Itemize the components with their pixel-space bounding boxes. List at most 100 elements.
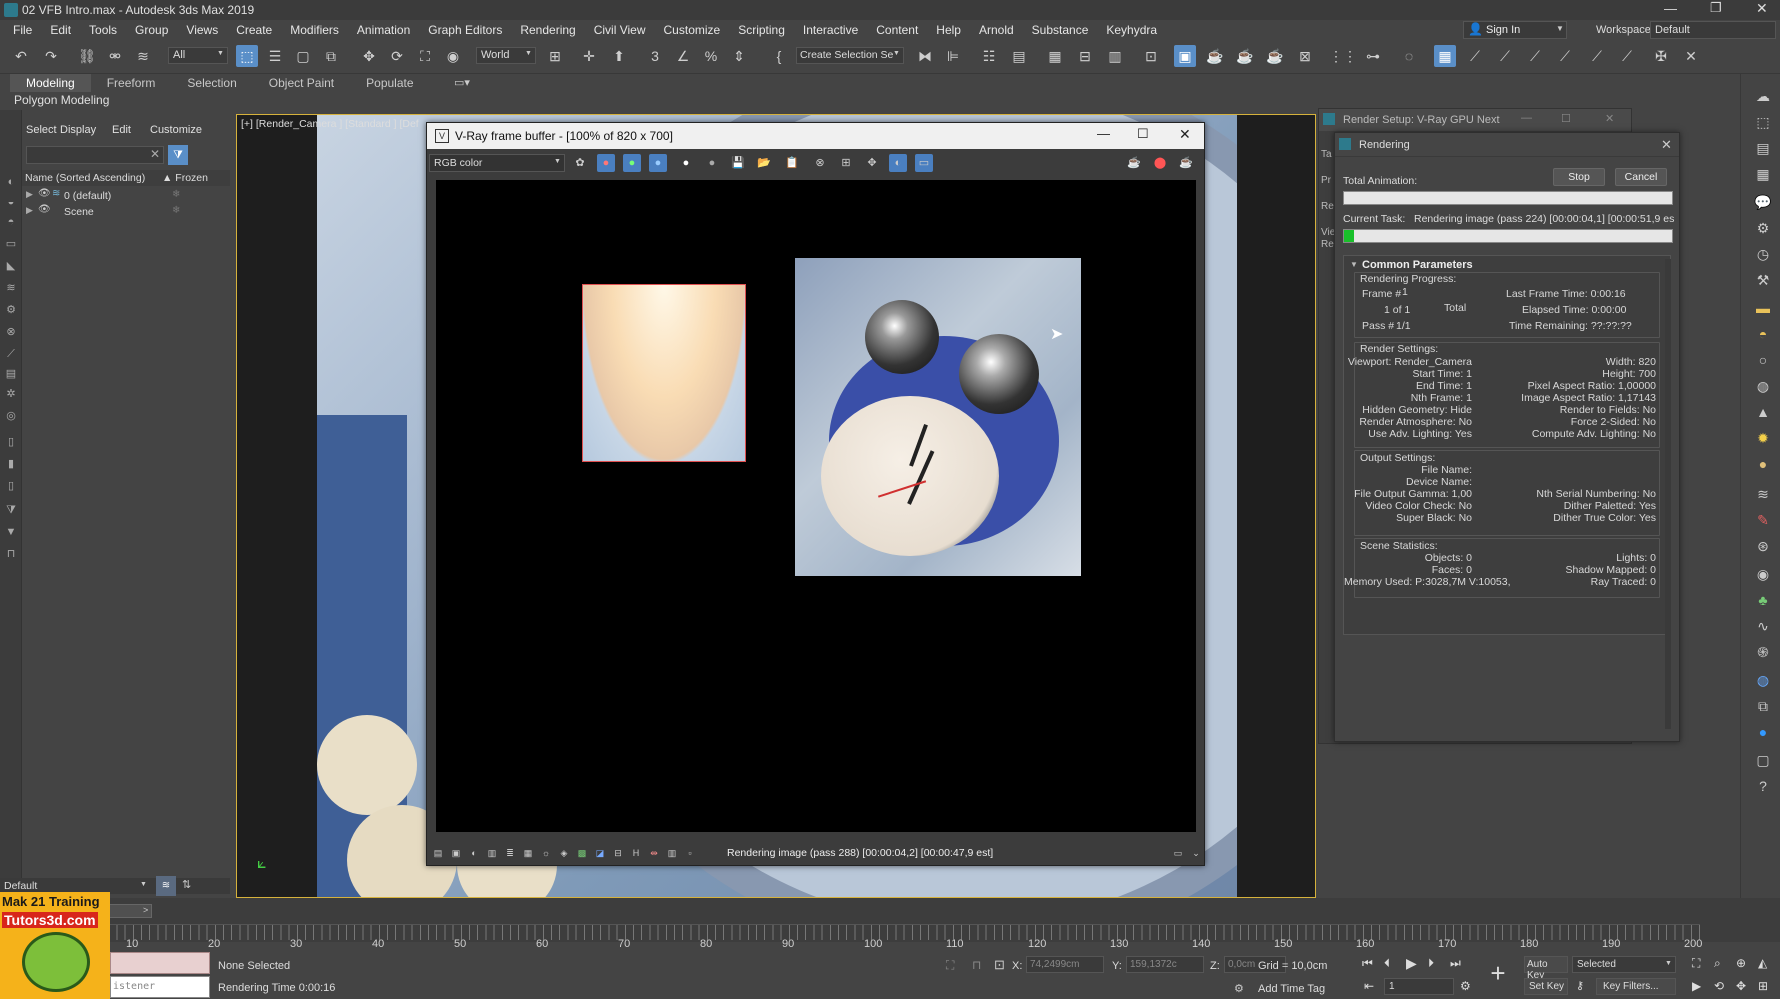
link-to-vfb-icon[interactable]: ▭ bbox=[915, 154, 933, 172]
grid-sphere-icon[interactable]: ⊛ bbox=[1753, 536, 1773, 556]
render-in-cloud-icon[interactable]: ⊠ bbox=[1294, 45, 1316, 67]
next-frame-icon[interactable]: ⏵ bbox=[1428, 956, 1434, 971]
ribbon-tab-populate[interactable]: Populate bbox=[350, 74, 429, 92]
hair-icon[interactable]: ∿ bbox=[1753, 616, 1773, 636]
expand-icon[interactable]: ▶ bbox=[26, 205, 33, 216]
vfb-canvas[interactable]: ➤ bbox=[436, 180, 1196, 832]
redo-icon[interactable]: ↷ bbox=[40, 45, 62, 67]
render-last-icon[interactable]: ☕ bbox=[1125, 154, 1143, 172]
placement-icon[interactable]: ◉ bbox=[442, 45, 464, 67]
keyboard-shortcut-icon[interactable]: ⬆ bbox=[608, 45, 630, 67]
dome-icon[interactable]: ◓ bbox=[1753, 324, 1773, 344]
ocio-icon[interactable]: ◈ bbox=[555, 844, 573, 862]
exposure-icon[interactable]: ◐ bbox=[465, 844, 483, 862]
display-groups-icon[interactable]: ▤ bbox=[3, 366, 19, 382]
menu-civil-view[interactable]: Civil View bbox=[585, 20, 655, 40]
maximize-viewport-icon[interactable]: ⊞ bbox=[1758, 979, 1768, 993]
vray-sphere-icon[interactable]: ✕ bbox=[1680, 45, 1702, 67]
current-layer[interactable]: Default bbox=[4, 880, 37, 892]
chevron-right-icon[interactable]: > bbox=[143, 905, 148, 915]
fur-icon[interactable]: ≋ bbox=[1753, 484, 1773, 504]
earth-icon[interactable]: ◍ bbox=[1753, 670, 1773, 690]
menu-edit[interactable]: Edit bbox=[41, 20, 80, 40]
ball-icon[interactable]: ● bbox=[1753, 454, 1773, 474]
curves-icon[interactable]: ≣ bbox=[501, 844, 519, 862]
minimize-icon[interactable]: — bbox=[1664, 1, 1677, 16]
stop-button[interactable]: Stop bbox=[1553, 168, 1605, 186]
display-bones-icon[interactable]: ✲ bbox=[3, 386, 19, 402]
layer-explorer-icon[interactable]: ☷ bbox=[978, 45, 1000, 67]
display-icon[interactable]: ◣ bbox=[3, 258, 19, 274]
select-object-icon[interactable]: ⬚ bbox=[236, 45, 258, 67]
stop-render-icon[interactable]: ⬤ bbox=[1151, 154, 1169, 172]
explorer-tab-display[interactable]: Display bbox=[60, 124, 96, 136]
lock-icon[interactable]: ⊓ bbox=[972, 958, 981, 972]
levels-icon[interactable]: ▥ bbox=[483, 844, 501, 862]
load-image-icon[interactable]: 📂 bbox=[755, 154, 773, 172]
viewport-label[interactable]: [+] [Render_Camera ] [Standard ] [Def bbox=[241, 118, 419, 130]
menu-modifiers[interactable]: Modifiers bbox=[281, 20, 348, 40]
sun-icon[interactable]: ✹ bbox=[1753, 428, 1773, 448]
close-icon[interactable]: ✕ bbox=[1756, 0, 1768, 17]
undo-icon[interactable]: ↶ bbox=[10, 45, 32, 67]
ribbon-toggle-icon[interactable]: ▤ bbox=[1008, 45, 1030, 67]
duplicate-to-max-icon[interactable]: 📋 bbox=[783, 154, 801, 172]
zoom-all-icon[interactable]: ⊕ bbox=[1736, 956, 1746, 970]
list-item[interactable]: ▶ 👁 Scene ❄ bbox=[22, 204, 230, 220]
time-tag-icon[interactable]: ⚙ bbox=[1234, 982, 1244, 995]
help-icon[interactable]: ? bbox=[1753, 776, 1773, 796]
swirl-icon[interactable]: ֍ bbox=[1753, 642, 1773, 662]
modify-icon[interactable]: ◒ bbox=[3, 194, 19, 210]
display-hidden-icon[interactable]: ▮ bbox=[3, 456, 19, 472]
menu-animation[interactable]: Animation bbox=[348, 20, 419, 40]
compare-ab-icon[interactable]: ⊟ bbox=[609, 844, 627, 862]
lens-effects-icon[interactable]: ▣ bbox=[447, 844, 465, 862]
fullscreen-icon[interactable]: ▭ bbox=[1169, 844, 1187, 862]
menu-substance[interactable]: Substance bbox=[1023, 20, 1098, 40]
absolute-mode-icon[interactable]: ⊡ bbox=[994, 957, 1005, 973]
file-icon[interactable]: ▤ bbox=[1753, 138, 1773, 158]
layer-toggle-icon[interactable]: ≋ bbox=[156, 876, 176, 896]
gear-icon[interactable]: ⚙ bbox=[1753, 218, 1773, 238]
walkthrough-icon[interactable]: ✥ bbox=[1736, 979, 1746, 993]
pixel-info-icon[interactable]: ▥ bbox=[663, 844, 681, 862]
menu-content[interactable]: Content bbox=[867, 20, 927, 40]
curve-editor-icon[interactable]: ▦ bbox=[1044, 45, 1066, 67]
expand-panel-icon[interactable]: ⌄ bbox=[1187, 844, 1205, 862]
display-all-icon[interactable]: ▯ bbox=[3, 478, 19, 494]
rotate-icon[interactable]: ⟳ bbox=[386, 45, 408, 67]
freeze-icon[interactable]: ❄ bbox=[172, 189, 180, 200]
clock-icon[interactable]: ◷ bbox=[1753, 244, 1773, 264]
vray-light-icon[interactable]: ⟋ bbox=[1464, 45, 1486, 67]
collapse-icon[interactable]: ▼ bbox=[1350, 260, 1358, 269]
menu-customize[interactable]: Customize bbox=[655, 20, 730, 40]
maximize-icon[interactable]: ☐ bbox=[1561, 112, 1571, 125]
menu-group[interactable]: Group bbox=[126, 20, 177, 40]
mirror-icon[interactable]: ⧓ bbox=[914, 45, 936, 67]
vray-proxy-icon[interactable]: ⟋ bbox=[1586, 45, 1608, 67]
field-of-view-icon[interactable]: ◭ bbox=[1758, 956, 1767, 970]
named-selection-dropdown[interactable]: Create Selection Se ▼ bbox=[796, 47, 904, 64]
key-filters-button[interactable]: Key Filters... bbox=[1596, 978, 1676, 995]
orbit-icon[interactable]: ⟲ bbox=[1714, 979, 1724, 993]
link-icon[interactable]: ⛓ bbox=[76, 45, 98, 67]
selection-filter-dropdown[interactable]: All ▼ bbox=[168, 47, 228, 64]
angle-snap-icon[interactable]: ∠ bbox=[672, 45, 694, 67]
ribbon-options-icon[interactable]: ▭▾ bbox=[454, 76, 470, 89]
dialog-scrollbar[interactable] bbox=[1665, 259, 1671, 729]
snaps-toggle-icon[interactable]: 3 bbox=[644, 45, 666, 67]
stamp-icon[interactable]: ▫ bbox=[681, 844, 699, 862]
ribbon-tab-object-paint[interactable]: Object Paint bbox=[253, 74, 350, 92]
lut-icon[interactable]: ☼ bbox=[537, 844, 555, 862]
goto-end-icon[interactable]: ⏭ bbox=[1450, 956, 1461, 971]
vertical-compare-icon[interactable]: ⇹ bbox=[645, 844, 663, 862]
vray-sun-icon[interactable]: ⟋ bbox=[1554, 45, 1576, 67]
vray-toolbar-icon[interactable]: ▦ bbox=[1434, 45, 1456, 67]
hierarchy-icon[interactable]: ◓ bbox=[3, 214, 19, 230]
list-item[interactable]: ▶ 👁 ≋ 0 (default) ❄ bbox=[22, 188, 230, 204]
isolate-icon[interactable]: ◌ bbox=[1398, 45, 1420, 67]
history-icon[interactable]: ▤ bbox=[429, 844, 447, 862]
grid-icon[interactable]: ⋮⋮ bbox=[1329, 45, 1357, 67]
select-manipulate-icon[interactable]: ✛ bbox=[578, 45, 600, 67]
color-picker-icon[interactable]: ✿ bbox=[571, 154, 589, 172]
